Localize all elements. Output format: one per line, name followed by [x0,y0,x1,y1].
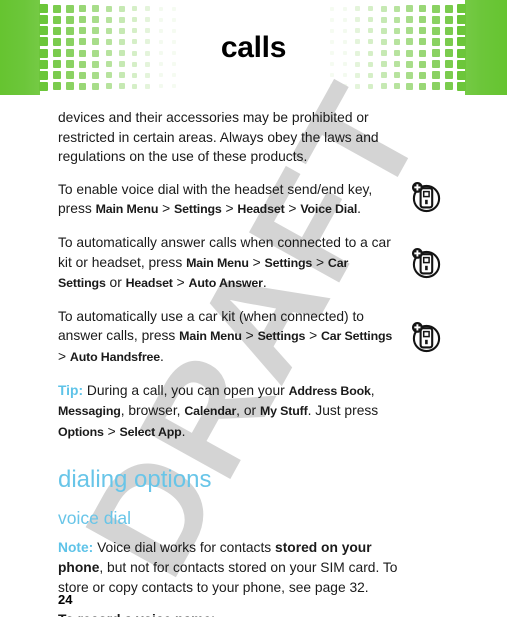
note-label: Note: [58,540,94,556]
p-note: Note: Voice dial works for contacts stor… [58,538,398,597]
body-text: . [181,423,186,439]
emphasis-text: To record a voice name [58,612,211,617]
tip-label: Tip: [58,382,84,398]
body-text: . [357,201,361,217]
page-header-band: calls [0,0,507,95]
path-separator: > [248,254,265,270]
body-text: , or [236,403,260,419]
body-text: , browser, [120,403,185,419]
path-separator: > [305,328,321,344]
menu-path-keyword: Settings [173,202,222,217]
body-text: devices and their accessories may be pro… [58,110,379,165]
menu-path-keyword: Settings [264,255,313,270]
paragraph-group-before: devices and their accessories may be pro… [58,108,398,442]
p-tip: Tip: During a call, you can open your Ad… [58,381,398,443]
p-enable-voice-dial: To enable voice dial with the headset se… [58,180,398,220]
menu-path-keyword: Voice Dial [300,202,358,217]
path-separator: > [58,348,70,364]
body-text: , [370,382,375,398]
menu-path-keyword: Options [58,424,104,439]
section-heading-dialing-options: dialing options [58,466,212,494]
menu-path-keyword: Messaging [58,404,121,419]
body-text: : [211,612,215,617]
menu-path-keyword: Car Settings [320,329,393,344]
menu-path-keyword: Headset [237,202,285,217]
menu-path-keyword: Auto Handsfree [69,349,161,364]
menu-path-keyword: Address Book [288,383,371,398]
menu-path-keyword: Main Menu [95,202,159,217]
page-body: devices and their accessories may be pro… [58,108,398,617]
menu-path-keyword: My Stuff [259,404,308,419]
body-text: or [105,275,126,291]
p-auto-answer: To automatically answer calls when conne… [58,233,398,294]
phone-plus-icon [408,320,442,354]
manual-page: calls DRAFT devices and their accessorie… [0,0,507,617]
paragraph-group-after: Note: Voice dial works for contacts stor… [58,538,398,617]
path-separator: > [284,201,301,217]
phone-plus-icon [408,180,442,214]
body-text: . [160,348,164,364]
body-text: , but not for contacts stored on your SI… [58,559,398,595]
path-separator: > [241,328,258,344]
menu-path-keyword: Main Menu [179,329,242,344]
p-record: To record a voice name: [58,610,398,617]
path-separator: > [172,275,189,291]
menu-path-keyword: Settings [257,329,306,344]
body-text: Voice dial works for contacts [93,540,276,556]
menu-path-keyword: Calendar [184,404,237,419]
p-auto-handsfree: To automatically use a car kit (when con… [58,307,398,368]
body-text: During a call, you can open your [83,382,289,398]
p-restrictions: devices and their accessories may be pro… [58,108,398,167]
menu-path-keyword: Headset [125,276,173,291]
path-separator: > [103,423,120,439]
page-number: 24 [58,592,73,607]
path-separator: > [158,201,174,217]
menu-path-keyword: Auto Answer [188,276,263,291]
menu-path-keyword: Main Menu [186,255,249,270]
page-title: calls [220,30,287,64]
body-text: . Just press [307,403,379,419]
path-separator: > [312,254,328,270]
path-separator: > [221,201,238,217]
subsection-heading-voice-dial: voice dial [58,508,131,529]
body-text: . [262,275,267,291]
menu-path-keyword: Select App [119,424,182,439]
phone-plus-icon [408,246,442,280]
